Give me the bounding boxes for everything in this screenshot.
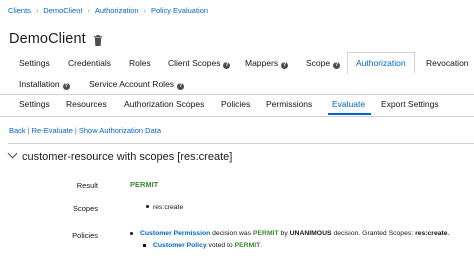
question-circle-icon[interactable]: ? — [281, 62, 289, 69]
subtab-policies[interactable]: Policies — [221, 95, 250, 115]
breadcrumb: Clients › DemoClient › Authorization › Policy … — [8, 6, 208, 15]
scopes-label: Scopes — [72, 204, 98, 213]
active-tab-indicator — [328, 113, 371, 115]
tab-authorization[interactable]: Authorization — [347, 52, 415, 74]
tab-credentials[interactable]: Credentials — [68, 53, 111, 74]
result-label: Result — [76, 181, 98, 190]
breadcrumb-authorization[interactable]: Authorization — [95, 6, 139, 15]
divider — [8, 143, 474, 144]
question-circle-icon[interactable]: ? — [223, 62, 231, 69]
tab-mappers[interactable]: Mappers? — [245, 53, 289, 74]
subtab-authorization-scopes[interactable]: Authorization Scopes — [124, 95, 204, 115]
tab-settings[interactable]: Settings — [19, 53, 50, 74]
associated-policy-item: Customer Policy voted to PERMIT. — [130, 240, 470, 251]
title-row: DemoClient — [9, 31, 102, 51]
question-circle-icon[interactable]: ? — [62, 83, 70, 90]
trash-icon[interactable] — [93, 35, 103, 46]
subtab-settings[interactable]: Settings — [19, 95, 50, 115]
question-circle-icon[interactable]: ? — [333, 62, 341, 69]
policies-label: Policies — [72, 231, 98, 240]
page-title: DemoClient — [9, 31, 86, 47]
tab-service-account-roles[interactable]: Service Account Roles? — [89, 74, 185, 94]
breadcrumb-separator-icon: › — [35, 8, 39, 15]
result-value: PERMIT — [130, 180, 159, 189]
result-section-title: customer-resource with scopes [res:creat… — [22, 151, 233, 163]
show-authorization-data-link[interactable]: Show Authorization Data — [79, 126, 161, 135]
subtab-export-settings[interactable]: Export Settings — [381, 95, 439, 115]
breadcrumb-clients[interactable]: Clients — [8, 6, 31, 15]
breadcrumb-separator-icon: › — [87, 8, 90, 15]
tab-revocation[interactable]: Revocation — [426, 53, 469, 74]
policy-link[interactable]: Customer Policy — [153, 242, 207, 249]
breadcrumb-policy-evaluation[interactable]: Policy Evaluation — [151, 6, 208, 15]
back-link[interactable]: Back — [9, 126, 26, 135]
breadcrumb-separator-icon: › — [143, 8, 146, 15]
client-tabs-row1: Settings Credentials Roles Client Scopes… — [0, 52, 474, 74]
chevron-down-icon — [7, 148, 18, 159]
tab-scope[interactable]: Scope? — [306, 53, 341, 74]
client-tabs-row2: Installation? Service Account Roles? — [0, 74, 474, 95]
tab-client-scopes[interactable]: Client Scopes? — [168, 53, 231, 74]
scope-list-item: res:create — [146, 204, 183, 211]
policy-result-item: Customer Permission decision was PERMIT … — [130, 228, 470, 239]
authorization-subtabs: Settings Resources Authorization Scopes … — [0, 95, 474, 117]
question-circle-icon[interactable]: ? — [177, 83, 185, 90]
tab-installation[interactable]: Installation? — [19, 74, 70, 94]
policy-link[interactable]: Customer Permission — [140, 230, 210, 237]
evaluation-actions: Back | Re-Evaluate | Show Authorization Data — [9, 126, 162, 135]
subtab-evaluate[interactable]: Evaluate — [332, 95, 365, 115]
subtab-permissions[interactable]: Permissions — [266, 95, 312, 115]
subtab-resources[interactable]: Resources — [66, 95, 107, 115]
result-section-toggle[interactable]: customer-resource with scopes [res:creat… — [7, 148, 233, 163]
top-bar: Clients › DemoClient › Authorization › Policy … — [0, 0, 474, 30]
policies-list: Customer Permission decision was PERMIT … — [130, 228, 470, 251]
reevaluate-link[interactable]: Re-Evaluate — [32, 126, 73, 135]
tab-roles[interactable]: Roles — [129, 53, 151, 74]
breadcrumb-client[interactable]: DemoClient — [43, 6, 82, 15]
